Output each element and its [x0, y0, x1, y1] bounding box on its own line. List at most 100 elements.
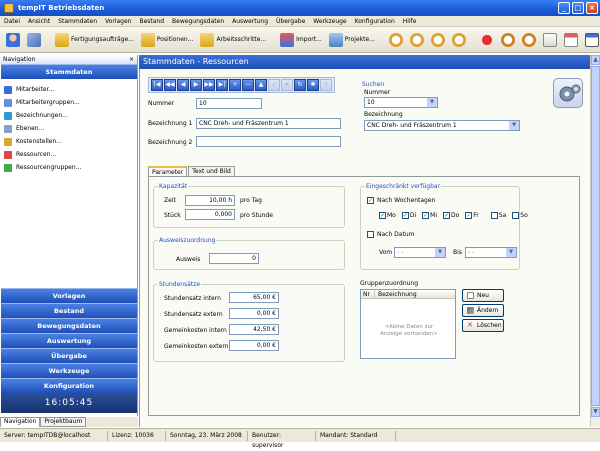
zeit-input[interactable]: 10,00 h: [185, 195, 235, 206]
menu-datei[interactable]: Datei: [4, 18, 20, 25]
nav-section-bewegungsdaten[interactable]: Bewegungsdaten: [1, 318, 137, 333]
nav-section-auswertung[interactable]: Auswertung: [1, 333, 137, 348]
tab-parameter[interactable]: Parameter: [148, 166, 188, 176]
nav-item-kostenstellen[interactable]: Kostenstellen...: [4, 135, 137, 148]
stueck-input[interactable]: 0,000: [185, 209, 235, 220]
post-record-icon[interactable]: ✓: [268, 79, 280, 91]
chevron-down-icon[interactable]: ▼: [509, 121, 519, 130]
toolbar-button-timer-2[interactable]: [520, 29, 538, 51]
vertical-scrollbar[interactable]: ▲ ▼: [590, 55, 600, 427]
menu-ansicht[interactable]: Ansicht: [28, 18, 50, 25]
menu-konfiguration[interactable]: Konfiguration: [355, 18, 395, 25]
datum-checkbox-row[interactable]: Nach Datum: [367, 231, 414, 238]
wochentage-checkbox-row[interactable]: ✓ Nach Wochentagen: [367, 197, 435, 204]
toolbar-button-document[interactable]: [541, 29, 559, 51]
tab-projektbaum[interactable]: Projektbaum: [40, 417, 87, 427]
toolbar-button-clock-3[interactable]: [429, 29, 447, 51]
nummer-input[interactable]: 10: [196, 98, 262, 109]
column-header-nr[interactable]: Nr: [361, 290, 375, 298]
toolbar-button-window[interactable]: [583, 29, 600, 51]
toolbar-button-fertigungsauftraege[interactable]: Fertigungsaufträge...: [53, 29, 136, 51]
toolbar-button-projekte[interactable]: Projekte...: [327, 29, 377, 51]
nav-section-uebergabe[interactable]: Übergabe: [1, 348, 137, 363]
bezeichnung1-input[interactable]: CNC Dreh- und Fräszentrum 1: [196, 118, 341, 129]
close-button[interactable]: ×: [586, 2, 598, 14]
weekday-mi[interactable]: ✓ Mi: [422, 212, 437, 219]
weekday-mo[interactable]: ✓ Mo: [379, 212, 396, 219]
stundensatz-intern-input[interactable]: 65,00 €: [229, 292, 279, 303]
last-record-icon[interactable]: ▶|: [216, 79, 228, 91]
scroll-thumb[interactable]: [591, 66, 600, 406]
toolbar-button-clock[interactable]: [387, 29, 405, 51]
nav-section-bestand[interactable]: Bestand: [1, 303, 137, 318]
toolbar-button-positionen[interactable]: Positionen...: [139, 29, 196, 51]
menu-auswertung[interactable]: Auswertung: [232, 18, 268, 25]
menu-hilfe[interactable]: Hilfe: [403, 18, 417, 25]
tab-text-und-bild[interactable]: Text und Bild: [188, 166, 235, 176]
toolbar-button-gruppen[interactable]: [25, 29, 43, 51]
menu-uebergabe[interactable]: Übergabe: [276, 18, 305, 25]
nav-section-vorlagen[interactable]: Vorlagen: [1, 288, 137, 303]
menu-werkzeuge[interactable]: Werkzeuge: [313, 18, 346, 25]
menu-bestand[interactable]: Bestand: [139, 18, 164, 25]
tab-navigation[interactable]: Navigation: [0, 417, 41, 427]
weekday-fr[interactable]: ✓ Fr: [465, 212, 479, 219]
vom-date-picker[interactable]: - - ▼: [394, 247, 446, 258]
nav-item-ressourcengruppen[interactable]: Ressourcengruppen...: [4, 161, 137, 174]
toolbar-button-calendar[interactable]: [562, 29, 580, 51]
weekday-so-checkbox[interactable]: [512, 212, 520, 219]
toolbar-button-timer[interactable]: [499, 29, 517, 51]
delete-record-icon[interactable]: −: [242, 79, 254, 91]
cancel-record-icon[interactable]: ✕: [281, 79, 293, 91]
wochentage-checkbox[interactable]: ✓: [367, 197, 374, 204]
toolbar-button-import[interactable]: Import...: [278, 29, 324, 51]
menu-stammdaten[interactable]: Stammdaten: [58, 18, 97, 25]
weekday-do-checkbox[interactable]: ✓: [443, 212, 450, 219]
chevron-down-icon[interactable]: ▼: [435, 248, 445, 257]
toolbar-button-arbeitsschritte[interactable]: Arbeitsschritte...: [198, 29, 268, 51]
weekday-di[interactable]: ✓ Di: [401, 212, 416, 219]
weekday-sa[interactable]: Sa: [490, 212, 506, 219]
next-page-icon[interactable]: ▶▶: [203, 79, 215, 91]
toolbar-button-clock-4[interactable]: [450, 29, 468, 51]
neu-button[interactable]: Neu: [462, 289, 504, 302]
toolbar-button-clock-2[interactable]: [408, 29, 426, 51]
weekday-mi-checkbox[interactable]: ✓: [422, 212, 430, 219]
bezeichnung2-input[interactable]: [196, 136, 341, 147]
weekday-di-checkbox[interactable]: ✓: [401, 212, 409, 219]
datum-checkbox[interactable]: [367, 231, 374, 238]
nav-item-ressourcen[interactable]: Ressourcen...: [4, 148, 137, 161]
gemeinkosten-intern-input[interactable]: 42,50 €: [229, 324, 279, 335]
weekday-fr-checkbox[interactable]: ✓: [465, 212, 473, 219]
weekday-sa-checkbox[interactable]: [490, 212, 498, 219]
stundensatz-extern-input[interactable]: 0,00 €: [229, 308, 279, 319]
scroll-down-icon[interactable]: ▼: [591, 407, 600, 417]
add-record-icon[interactable]: +: [229, 79, 241, 91]
search-bezeichnung-select[interactable]: CNC Dreh- und Fräszentrum 1 ▼: [364, 120, 520, 131]
weekday-do[interactable]: ✓ Do: [443, 212, 459, 219]
edit-record-icon[interactable]: ▲: [255, 79, 267, 91]
nav-item-mitarbeitergruppen[interactable]: Mitarbeitergruppen...: [4, 96, 137, 109]
scroll-up-icon[interactable]: ▲: [591, 55, 600, 65]
minimize-button[interactable]: _: [558, 2, 570, 14]
aendern-button[interactable]: Ändern: [462, 304, 504, 317]
next-record-icon[interactable]: ▶: [190, 79, 202, 91]
nav-item-bezeichnungen[interactable]: Bezeichnungen...: [4, 109, 137, 122]
nav-item-ebenen[interactable]: Ebenen...: [4, 122, 137, 135]
column-header-bezeichnung[interactable]: Bezeichnung: [375, 290, 417, 298]
chevron-down-icon[interactable]: ▼: [506, 248, 516, 257]
bookmark-icon[interactable]: ✱: [307, 79, 319, 91]
chevron-down-icon[interactable]: ▼: [427, 98, 437, 107]
menu-bewegungsdaten[interactable]: Bewegungsdaten: [172, 18, 224, 25]
maximize-button[interactable]: □: [572, 2, 584, 14]
loeschen-button[interactable]: ✕ Löschen: [462, 319, 504, 332]
nav-item-mitarbeiter[interactable]: Mitarbeiter...: [4, 83, 137, 96]
nav-section-konfiguration[interactable]: Konfiguration: [1, 378, 137, 393]
ausweis-input[interactable]: 0: [209, 253, 259, 264]
weekday-so[interactable]: So: [512, 212, 528, 219]
refresh-icon[interactable]: ↻: [294, 79, 306, 91]
gruppen-grid[interactable]: Nr Bezeichnung <Keine Daten zur Anzeige …: [360, 289, 456, 359]
prev-record-icon[interactable]: ◀: [177, 79, 189, 91]
first-record-icon[interactable]: |◀: [151, 79, 163, 91]
weekday-mo-checkbox[interactable]: ✓: [379, 212, 386, 219]
